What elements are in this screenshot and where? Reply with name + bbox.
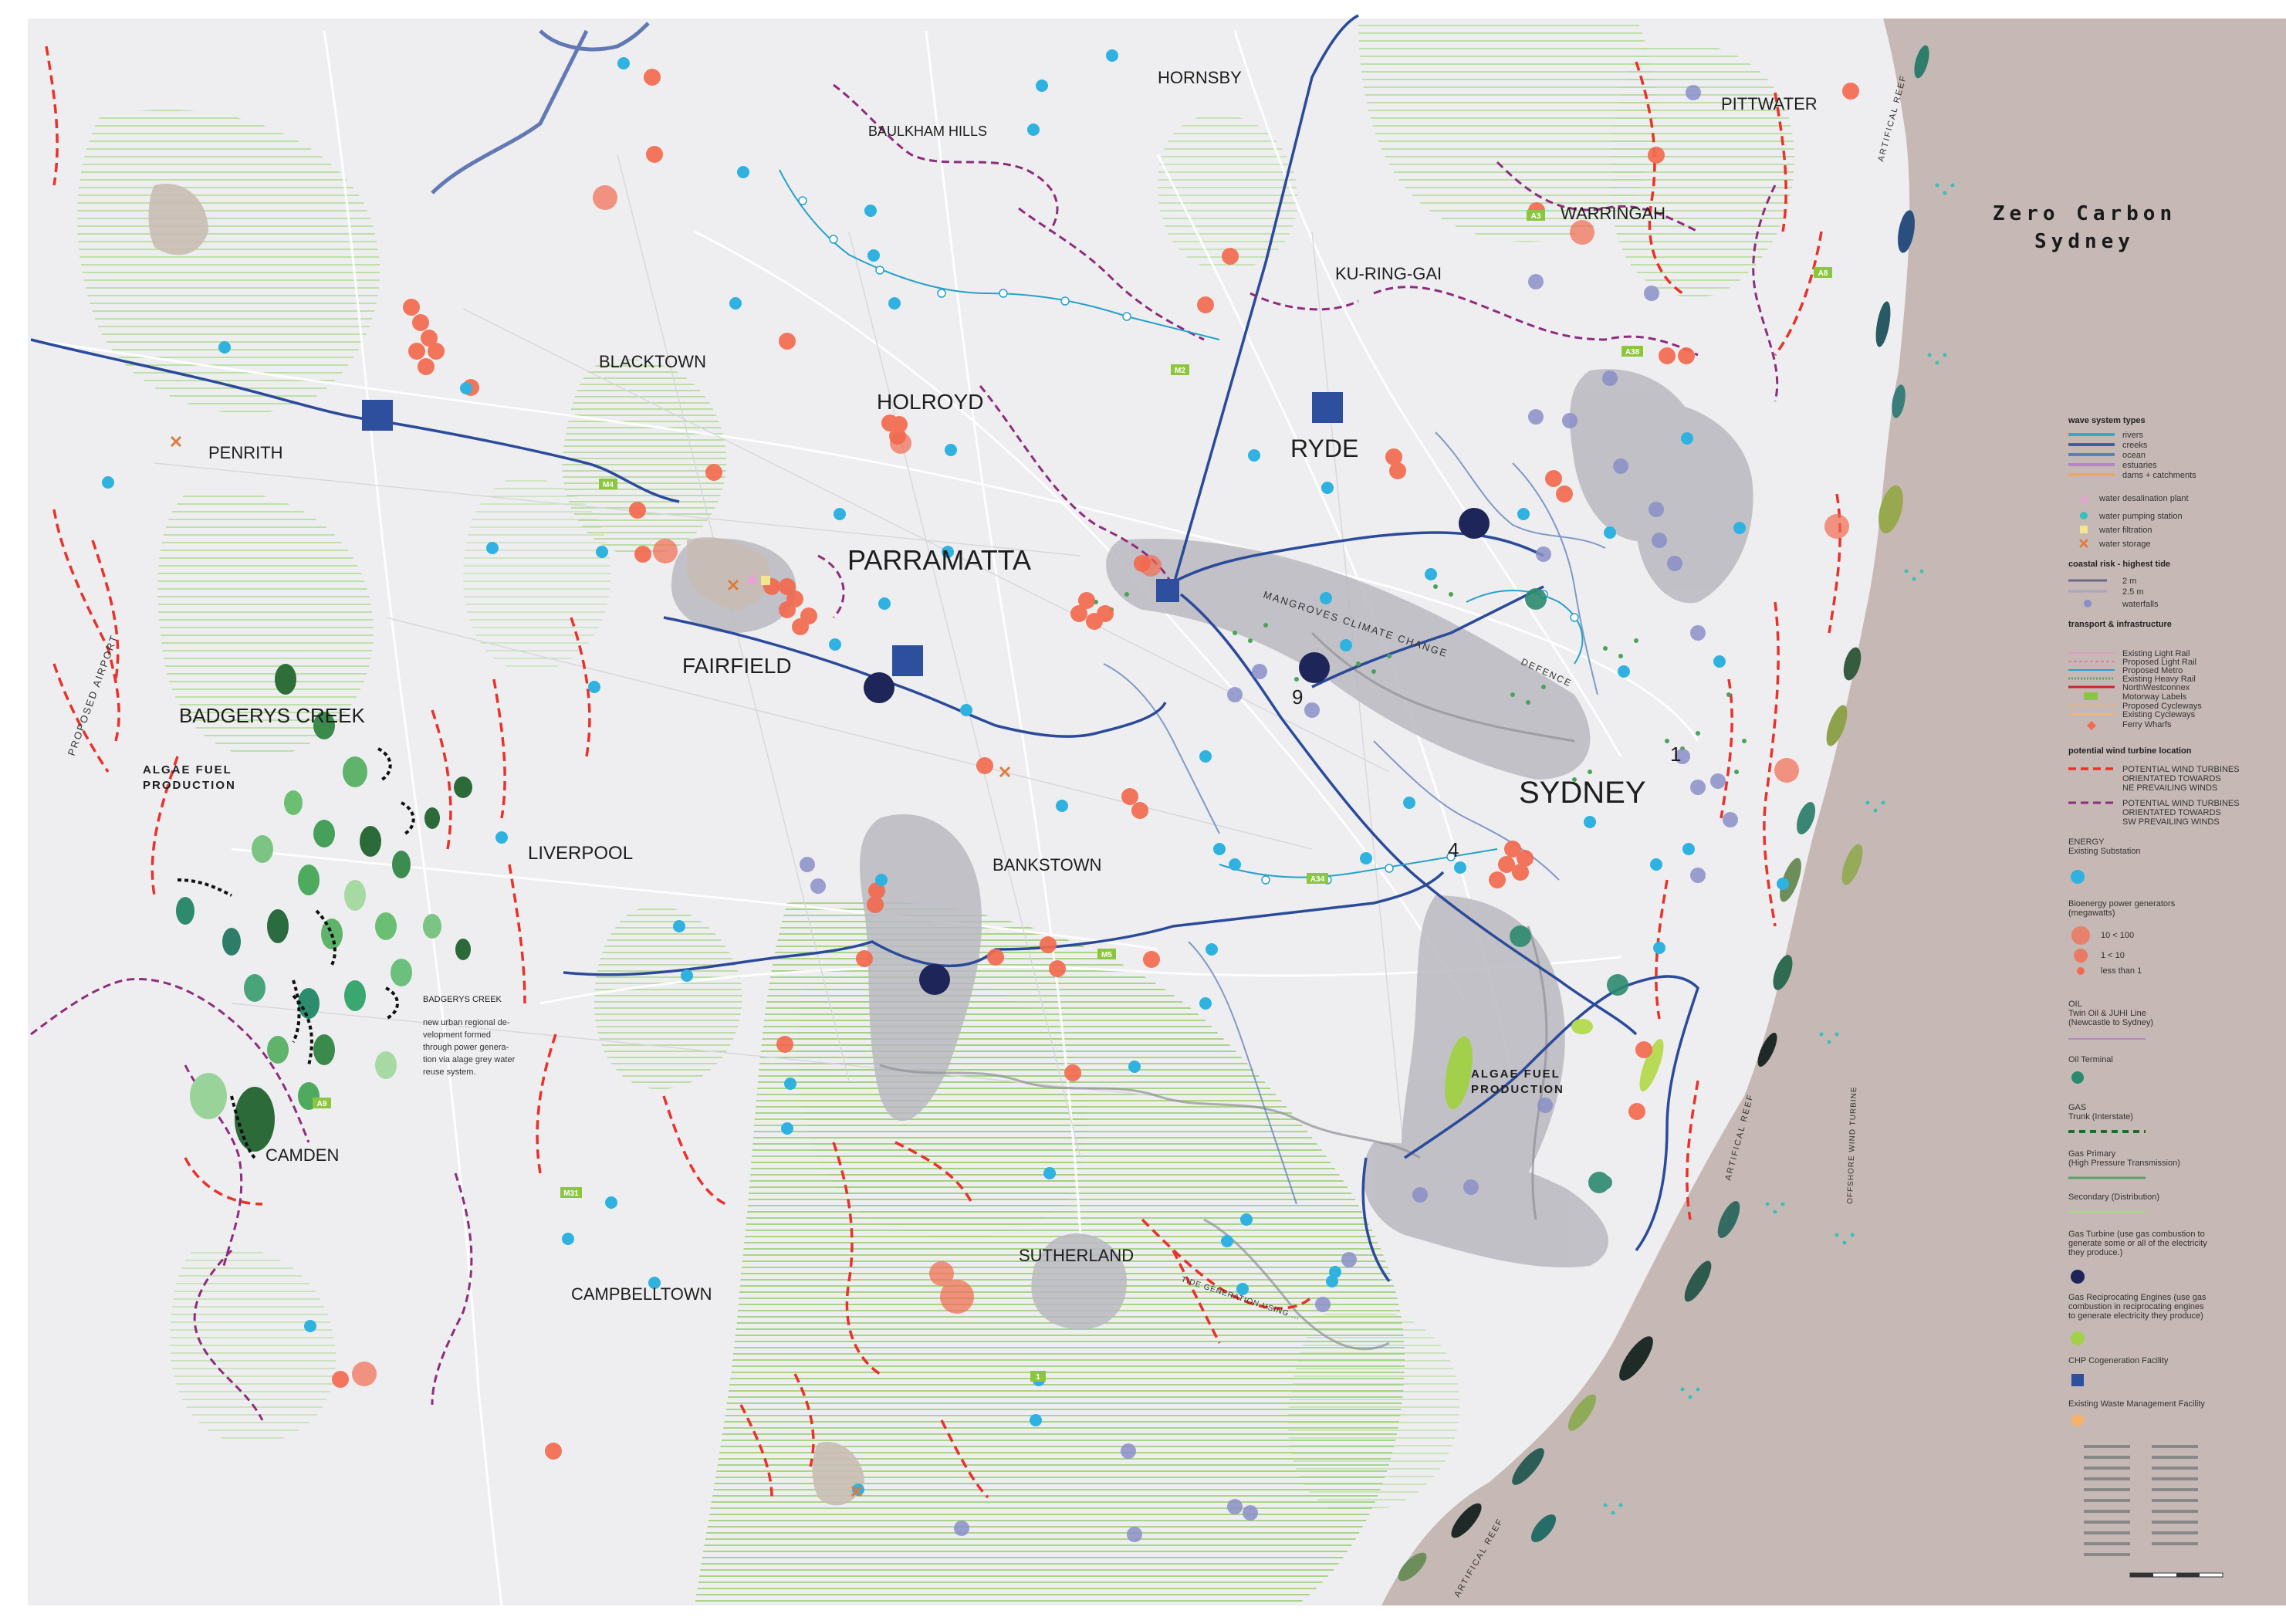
marker-number-1: 1 <box>1670 743 1681 766</box>
legend-chp: CHP Cogeneration Facility <box>2068 1356 2169 1365</box>
legend-bio-1: Bioenergy power generators <box>2068 899 2176 908</box>
badgerys-note-5: reuse system. <box>423 1067 475 1077</box>
legend-recip-1: Gas Reciprocating Engines (use gas <box>2068 1293 2207 1302</box>
legend-oil-1: OIL <box>2068 1000 2082 1009</box>
legend-tide-25m: 2.5 m <box>2122 587 2144 597</box>
algae-left-label-1: ALGAE FUEL <box>143 763 232 776</box>
marker-number-4: 4 <box>1448 838 1459 861</box>
legend-filtration: water filtration <box>2098 526 2152 535</box>
legend-tide-2m: 2 m <box>2122 577 2136 586</box>
label-ku-ring-gai: KU-RING-GAI <box>1335 264 1442 283</box>
legend-turbine-3: they produce.) <box>2068 1248 2122 1257</box>
label-campbelltown: CAMPBELLTOWN <box>571 1284 712 1304</box>
svg-text:M2: M2 <box>1175 367 1185 375</box>
label-penrith: PENRITH <box>208 443 283 462</box>
label-sutherland: SUTHERLAND <box>1019 1246 1134 1265</box>
label-bankstown: BANKSTOWN <box>993 855 1101 875</box>
badgerys-note-title: BADGERYS CREEK <box>423 995 502 1004</box>
legend-oil-3: (Newcastle to Sydney) <box>2068 1018 2153 1027</box>
legend-oil-2: Twin Oil & JUHI Line <box>2068 1009 2146 1018</box>
title-line-2: Sydney <box>2034 230 2135 253</box>
label-warringah: WARRINGAH <box>1561 204 1665 223</box>
algae-right-label-1: ALGAE FUEL <box>1471 1067 1561 1081</box>
legend-exist-cycle: Existing Cycleways <box>2122 710 2196 719</box>
scale-bar <box>2129 1572 2223 1578</box>
legend-waste: Existing Waste Management Facility <box>2068 1399 2205 1409</box>
label-parramatta: PARRAMATTA <box>847 544 1031 576</box>
legend-wind-sw-3: SW PREVAILING WINDS <box>2122 817 2220 827</box>
legend-ocean: ocean <box>2122 451 2146 460</box>
legend-gas-2: Trunk (Interstate) <box>2068 1112 2133 1122</box>
legend-ferry: Ferry Wharfs <box>2122 720 2172 729</box>
label-liverpool: LIVERPOOL <box>528 843 633 864</box>
label-ryde: RYDE <box>1290 435 1358 462</box>
legend-estuaries: estuaries <box>2122 461 2157 470</box>
label-sydney: SYDNEY <box>1519 776 1646 810</box>
label-pittwater: PITTWATER <box>1721 94 1818 113</box>
legend-recip-3: to generate electricity they produce) <box>2068 1311 2203 1321</box>
svg-text:M5: M5 <box>1101 951 1112 959</box>
legend-bio-2: (megawatts) <box>2068 908 2115 918</box>
label-hornsby: HORNSBY <box>1158 68 1242 87</box>
badgerys-note-2: velopment formed <box>423 1030 491 1040</box>
legend-coastal-header: coastal risk - highest tide <box>2068 560 2170 569</box>
svg-text:A38: A38 <box>1625 348 1640 357</box>
legend-energy-2: Existing Substation <box>2068 847 2141 856</box>
label-blacktown: BLACKTOWN <box>599 352 706 371</box>
svg-text:A3: A3 <box>1531 212 1541 221</box>
svg-text:M31: M31 <box>563 1189 579 1198</box>
legend-transport-header: transport & infrastructure <box>2068 620 2172 629</box>
legend-secondary: Secondary (Distribution) <box>2068 1193 2159 1202</box>
badgerys-note-3: through power genera- <box>423 1043 509 1052</box>
legend-creeks: creeks <box>2122 441 2148 450</box>
legend-wind-sw-2: ORIENTATED TOWARDS <box>2122 808 2221 817</box>
legend-recip-2: combustion in reciprocating engines <box>2068 1302 2204 1311</box>
legend-wind-ne-3: NE PREVAILING WINDS <box>2122 783 2217 793</box>
svg-text:A8: A8 <box>1818 269 1828 278</box>
algae-right-label-2: PRODUCTION <box>1471 1083 1564 1096</box>
legend-bio-c: less than 1 <box>2101 966 2142 976</box>
label-holroyd: HOLROYD <box>877 390 983 414</box>
legend-wind-header: potential wind turbine location <box>2068 746 2192 756</box>
legend-pumping: water pumping station <box>2098 512 2183 521</box>
badgerys-note-4: tion via alage grey water <box>423 1055 516 1064</box>
label-baulkham-hills: BAULKHAM HILLS <box>868 123 987 139</box>
svg-text:A9: A9 <box>317 1100 327 1108</box>
legend-bio-a: 10 < 100 <box>2101 931 2134 940</box>
legend-turbine-1: Gas Turbine (use gas combustion to <box>2068 1230 2205 1239</box>
title-line-1: Zero Carbon <box>1993 202 2176 225</box>
legend-waterfalls: waterfalls <box>2122 600 2159 609</box>
label-badgerys-creek: BADGERYS CREEK <box>179 704 365 727</box>
legend-storage: water storage <box>2098 540 2151 549</box>
legend-wave-header: wave system types <box>2068 416 2146 425</box>
svg-text:1: 1 <box>1036 1373 1040 1382</box>
label-camden: CAMDEN <box>265 1145 339 1165</box>
legend-wind-ne-2: ORIENTATED TOWARDS <box>2122 774 2221 783</box>
legend-rivers: rivers <box>2122 431 2143 440</box>
legend-wind-sw-1: POTENTIAL WIND TURBINES <box>2122 799 2240 808</box>
badgerys-note-1: new urban regional de- <box>423 1018 510 1027</box>
legend-turbine-2: generate some or all of the electricity <box>2068 1239 2207 1248</box>
svg-text:A34: A34 <box>1310 875 1325 884</box>
svg-text:M4: M4 <box>603 481 614 489</box>
label-fairfield: FAIRFIELD <box>682 654 792 678</box>
legend-energy-1: ENERGY <box>2068 837 2105 847</box>
algae-left-label-2: PRODUCTION <box>143 779 236 792</box>
legend-dams: dams + catchments <box>2122 471 2196 480</box>
marker-number-9: 9 <box>1292 685 1303 709</box>
legend-gas-primary-2: (High Pressure Transmission) <box>2068 1159 2180 1168</box>
legend-wind-ne-1: POTENTIAL WIND TURBINES <box>2122 765 2240 774</box>
legend-motorway-labels: Motorway Labels <box>2122 692 2187 702</box>
legend-gas-1: GAS <box>2068 1103 2086 1112</box>
legend-bio-b: 1 < 10 <box>2101 951 2125 960</box>
legend-northwest: NorthWestconnex <box>2122 683 2190 692</box>
zero-carbon-sydney-map: M4 M2 A3 A8 A38 A34 M5 A9 M31 1 HORNSBY … <box>0 0 2286 1624</box>
legend-desal: water desalination plant <box>2098 494 2189 503</box>
legend-oil-terminal: Oil Terminal <box>2068 1055 2113 1064</box>
legend-gas-primary-1: Gas Primary <box>2068 1149 2116 1159</box>
